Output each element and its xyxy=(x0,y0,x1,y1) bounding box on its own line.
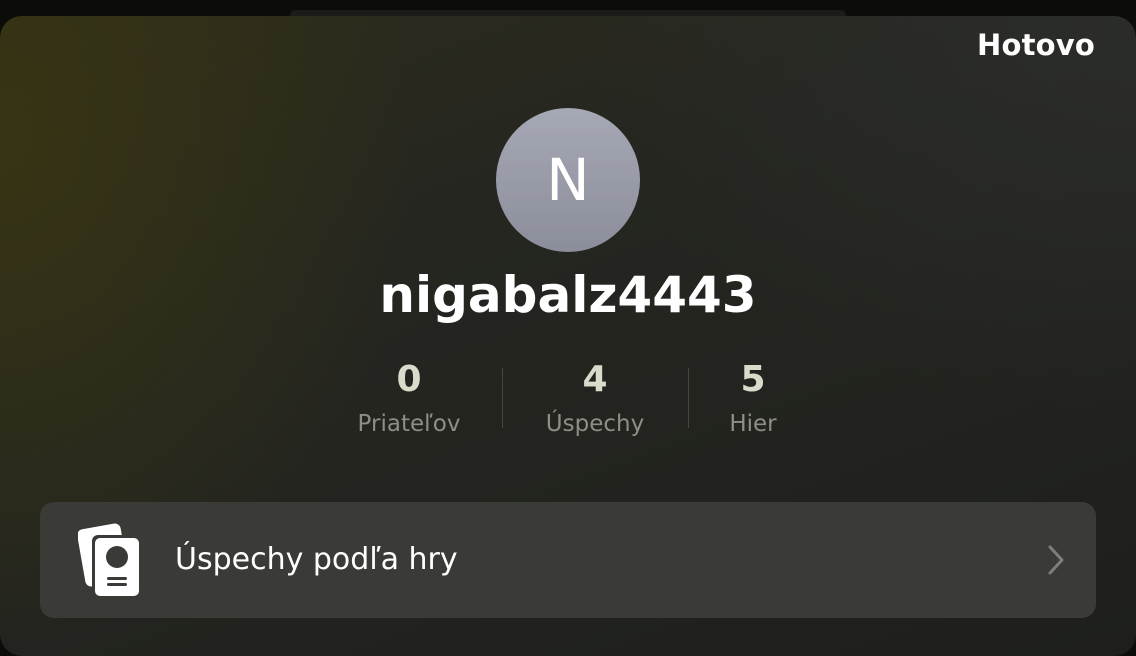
stat-friends[interactable]: 0 Priateľov xyxy=(316,356,502,448)
chevron-right-icon xyxy=(1048,545,1064,575)
profile-sheet: Hotovo N nigabalz4443 0 Priateľov 4 Úspe… xyxy=(0,16,1136,656)
stat-games-value: 5 xyxy=(740,359,766,400)
stat-games[interactable]: 5 Hier xyxy=(660,356,846,448)
achievement-cards-icon xyxy=(78,523,140,596)
stat-friends-label: Priateľov xyxy=(357,411,461,437)
achievements-by-game-label: Úspechy podľa hry xyxy=(175,542,458,577)
stat-friends-value: 0 xyxy=(396,359,422,400)
stats-bar: 0 Priateľov 4 Úspechy 5 Hier xyxy=(316,356,820,448)
avatar-initial: N xyxy=(546,146,590,214)
username: nigabalz4443 xyxy=(379,266,757,324)
done-button[interactable]: Hotovo xyxy=(977,28,1095,62)
avatar: N xyxy=(496,108,640,252)
achievements-by-game-row[interactable]: Úspechy podľa hry xyxy=(40,502,1096,618)
stat-games-label: Hier xyxy=(729,411,777,437)
